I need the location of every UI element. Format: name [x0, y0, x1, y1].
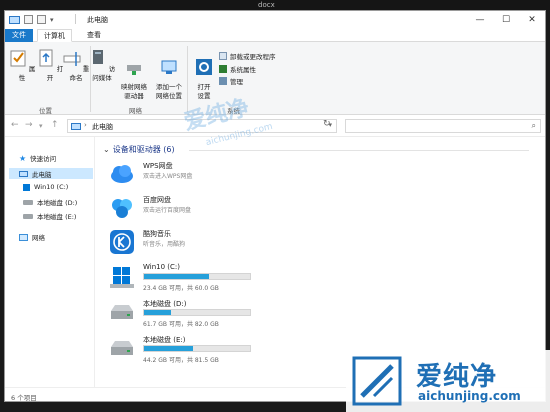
brand-name: 爱纯净: [416, 362, 498, 392]
sidebar-item-e-drive[interactable]: 本地磁盘 (E:): [23, 211, 76, 221]
tab-file[interactable]: 文件: [5, 29, 33, 42]
programs-icon: [219, 52, 227, 60]
open-icon: [39, 49, 53, 67]
group-label-location: 位置: [39, 107, 52, 115]
list-item-wps[interactable]: WPS网盘 双击进入WPS网盘: [105, 159, 325, 193]
drive-icon: [111, 305, 133, 319]
chevron-down-icon: ⌄: [103, 145, 110, 154]
divider: [75, 14, 76, 24]
search-icon: ⌕: [531, 121, 536, 130]
ribbon: 属性 打开 重命名 位置 访问媒体 映射网络 驱动器 添加一个 网络位置 网络 …: [5, 42, 545, 115]
top-dark-bar: docx: [0, 0, 550, 10]
navigation-pane: ★ 快速访问 此电脑 Win10 (C:) 本地磁盘 (D:) 本地磁盘 (E:…: [5, 137, 95, 387]
item-count: 6 个项目: [11, 394, 37, 402]
list-item-e-drive[interactable]: 本地磁盘 (E:) 44.2 GB 可用，共 81.5 GB: [105, 333, 325, 367]
explorer-window: ▾ 此电脑 — ☐ ✕ 文件 计算机 查看 属性 打开 重命名 位置 访问媒体 …: [4, 10, 546, 402]
properties-button[interactable]: 属性: [7, 48, 37, 83]
divider: [189, 150, 529, 151]
system-properties-button[interactable]: 系统属性: [219, 64, 256, 74]
windows-drive-icon: [110, 267, 134, 288]
maximize-button[interactable]: ☐: [493, 11, 519, 29]
list-item-kugou[interactable]: 酷狗音乐 听音乐，用酷狗: [105, 227, 325, 261]
minimize-button[interactable]: —: [467, 11, 493, 29]
this-pc-icon: [19, 170, 28, 177]
list-item-d-drive[interactable]: 本地磁盘 (D:) 61.7 GB 可用，共 82.0 GB: [105, 297, 325, 331]
star-icon: ★: [19, 153, 27, 163]
network-drive-icon: [127, 65, 141, 75]
sidebar-item-d-drive[interactable]: 本地磁盘 (D:): [23, 197, 77, 207]
divider: [187, 46, 188, 112]
address-bar-row: ← → ▾ ↑ › 此电脑 ▾ ↻ ⌕: [5, 115, 545, 137]
network-location-icon: [161, 60, 177, 74]
system-properties-icon: [219, 65, 227, 73]
window-title: 此电脑: [87, 16, 108, 24]
capacity-fill: [144, 274, 209, 279]
drive-icon: [23, 199, 33, 205]
sidebar-item-quick-access[interactable]: ★ 快速访问: [19, 153, 56, 164]
gear-icon: [196, 59, 212, 75]
title-bar: ▾ 此电脑 — ☐ ✕: [5, 11, 545, 29]
capacity-fill: [144, 310, 171, 315]
manage-icon: [219, 77, 227, 85]
up-button[interactable]: ↑: [51, 120, 59, 130]
window-controls: — ☐ ✕: [467, 11, 545, 29]
media-server-icon: [92, 50, 103, 64]
windows-drive-icon: [23, 183, 30, 191]
map-network-drive-button[interactable]: 映射网络 驱动器: [117, 48, 151, 101]
sidebar-item-c-drive[interactable]: Win10 (C:): [23, 183, 68, 191]
kugou-music-icon: [110, 230, 134, 254]
group-label-network: 网络: [129, 107, 142, 115]
ribbon-tabs: 文件 计算机 查看: [5, 29, 545, 42]
properties-icon: [10, 50, 26, 67]
sidebar-item-network[interactable]: 网络: [19, 232, 45, 242]
capacity-fill: [144, 346, 193, 351]
chevron-down-icon[interactable]: ▾: [50, 16, 54, 24]
doc-label: docx: [258, 1, 275, 9]
tab-computer[interactable]: 计算机: [37, 29, 72, 42]
close-button[interactable]: ✕: [519, 11, 545, 29]
this-pc-icon: [71, 123, 81, 130]
refresh-button[interactable]: ↻: [323, 119, 331, 129]
group-header[interactable]: ⌄ 设备和驱动器 (6): [103, 144, 175, 155]
quick-access-toolbar: ▾: [9, 15, 54, 24]
drive-icon: [23, 213, 33, 219]
forward-button[interactable]: →: [25, 120, 33, 130]
new-folder-icon[interactable]: [37, 15, 46, 24]
back-button[interactable]: ←: [11, 120, 19, 130]
access-media-button[interactable]: 访问媒体: [87, 48, 117, 83]
uninstall-program-button[interactable]: 卸载或更改程序: [219, 51, 276, 61]
wps-cloud-icon: [111, 165, 133, 183]
drive-icon: [111, 341, 133, 355]
brand-domain: aichunjing.com: [418, 389, 521, 403]
list-item-c-drive[interactable]: Win10 (C:) 23.4 GB 可用，共 60.0 GB: [105, 261, 325, 295]
baidu-netdisk-icon: [112, 199, 132, 218]
capacity-bar: [143, 309, 251, 316]
breadcrumb[interactable]: 此电脑: [92, 122, 113, 132]
properties-icon[interactable]: [24, 15, 33, 24]
chevron-right-icon: ›: [84, 121, 87, 129]
tab-view[interactable]: 查看: [81, 29, 107, 42]
capacity-bar: [143, 345, 251, 352]
this-pc-icon: [9, 15, 20, 24]
manage-button[interactable]: 管理: [219, 76, 243, 86]
search-input[interactable]: ⌕: [345, 119, 541, 133]
open-settings-button[interactable]: 打开 设置: [189, 48, 219, 101]
add-network-location-button[interactable]: 添加一个 网络位置: [151, 48, 187, 101]
capacity-bar: [143, 273, 251, 280]
network-icon: [19, 233, 28, 241]
watermark-badge: 爱纯净 aichunjing.com: [346, 350, 550, 412]
list-item-baidu[interactable]: 百度网盘 双击运行百度网盘: [105, 193, 325, 227]
rename-icon: [63, 52, 81, 66]
sidebar-item-this-pc[interactable]: 此电脑: [9, 168, 93, 179]
brand-logo-icon: [352, 356, 402, 406]
recent-locations-button[interactable]: ▾: [39, 122, 43, 130]
